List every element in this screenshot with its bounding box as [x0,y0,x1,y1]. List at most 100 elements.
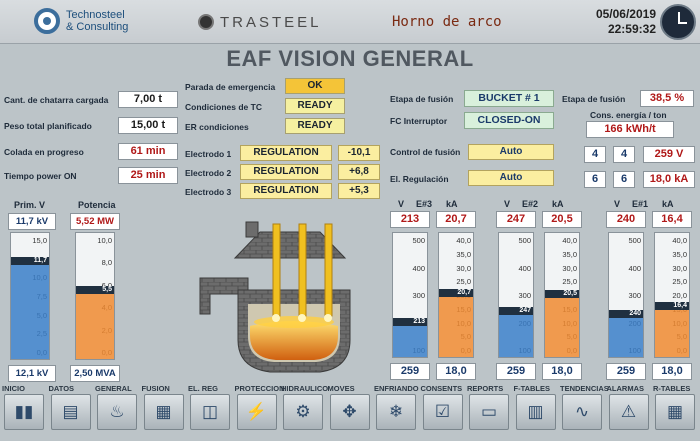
gauge-marker: 11,7 [11,256,49,265]
alarmas-icon: ⚠ [620,402,637,421]
group-ka-label: kA [662,199,674,209]
gauge-fill [545,293,579,357]
nav-button-enfriando[interactable]: ❄ [376,394,416,430]
gauge-tick: 40,0 [456,236,471,245]
group-v-gauge: 500400300200100240 [608,232,644,358]
gauge-tick: 25,0 [562,277,577,287]
nav-button-moves[interactable]: ✥ [329,394,370,430]
cons-label: Cons. energía / ton [590,110,667,120]
electrode-3-value: +5,3 [338,183,380,199]
gauge-tick: 40,0 [672,236,687,245]
gauge-fill [76,289,114,359]
nav-button-inicio[interactable]: ▮▮ [4,394,44,430]
gauge-fill [499,311,533,357]
electrode-3-label: Electrodo 3 [185,187,232,197]
group-ka-gauge: 40,035,030,025,020,015,010,05,00,020,7 [438,232,474,358]
gauge-fill [393,322,427,357]
group-v-bottom: 259 [496,363,536,380]
technosteel-logo-icon [34,8,60,34]
gauge-tick: 400 [412,263,425,273]
group-v-label: V [504,199,511,209]
tap-label: Colada en progreso [4,147,84,157]
primv-bottom: 12,1 kV [8,365,56,382]
nav-button-tendencias[interactable]: ∿ [562,394,602,430]
fc-value: CLOSED-ON [464,112,554,129]
gauge-marker: 5,5 [76,285,114,294]
gauge-marker: 16,4 [655,302,689,311]
tc-status: READY [285,98,345,114]
nav-button-reports[interactable]: ▭ [469,394,509,430]
gauge-tick: 500 [628,236,641,245]
r-tables-icon: ▦ [666,402,684,421]
gauge-tick: 400 [518,263,531,273]
datos-icon: ▤ [62,402,79,421]
nav-label-consents: CONSENTS [420,384,463,393]
nav-label-fusion: FUSION [141,384,170,393]
fc-label: FC Interruptor [390,116,448,126]
nav-label-general: GENERAL [95,384,132,393]
electrode-2-state: REGULATION [240,164,332,180]
regulation-mode[interactable]: Auto [468,170,554,186]
nav-button-general[interactable]: ♨ [97,394,137,430]
nav-button-fusion[interactable]: ▦ [143,394,184,430]
cons-value: 166 kWh/t [586,121,674,138]
group-v-bottom: 259 [606,363,646,380]
scrap-value: 7,00 t [118,91,178,108]
tendencias-icon: ∿ [574,402,590,421]
control-mode[interactable]: Auto [468,144,554,160]
group-e-label: E#3 [416,199,433,209]
nav-label-alarmas: ALARMAS [606,384,645,393]
er-label: ER condiciones [185,122,249,132]
nav-button-el-reg[interactable]: ◫ [190,394,230,430]
group-ka-bottom: 18,0 [436,363,476,380]
gauge-tick: 300 [518,291,531,300]
weight-label: Peso total planificado [4,121,92,131]
group-v-gauge: 500400300200100247 [498,232,534,358]
gauge-fill [439,292,473,357]
volt-value: 259 V [643,146,695,163]
tap-pos-3: 6 [584,171,606,188]
header-bar: Technosteel & Consulting TRASTEEL Horno d… [0,0,700,44]
el-reg-icon: ◫ [201,402,219,421]
stage-percent: 38,5 % [640,90,694,107]
gauge-marker: 240 [609,309,643,318]
electrode-1-state: REGULATION [240,145,332,161]
inicio-icon: ▮▮ [14,402,34,421]
gauge-tick: 30,0 [456,263,471,273]
nav-button-alarmas[interactable]: ⚠ [608,394,649,430]
nav-button-f-tables[interactable]: ▥ [515,394,556,430]
nav-label-moves: MOVES [327,384,355,393]
enfriando-icon: ❄ [388,402,404,421]
nav-label-el-reg: EL. REG [188,384,219,393]
nav-label-enfriando: ENFRIANDO [374,384,419,393]
group-ka-value: 20,7 [436,211,476,228]
group-e-label: E#1 [632,199,649,209]
nav-button-consents[interactable]: ☑ [422,394,463,430]
tap-pos-1: 4 [584,146,606,163]
nav-button-proteccion[interactable]: ⚡ [236,394,277,430]
group-e-label: E#2 [522,199,539,209]
proteccion-icon: ⚡ [245,402,268,421]
fusion-icon: ▦ [155,402,172,421]
tap-value: 61 min [118,143,178,160]
stage2-label: Etapa de fusión [562,94,626,104]
nav-label-proteccion: PROTECCION [234,384,285,393]
nav-label-r-tables: R-TABLES [653,384,691,393]
emergency-status: OK [285,78,345,94]
furnace-illustration [199,221,351,373]
brand-trasteel: TRASTEEL [220,14,322,31]
electrode-1-label: Electrodo 1 [185,149,232,159]
nav-button-r-tables[interactable]: ▦ [655,394,695,430]
tap-pos-4: 6 [613,171,635,188]
trasteel-logo-icon [198,14,214,30]
pot-bottom: 2,50 MVA [70,365,120,382]
emergency-label: Parada de emergencia [185,82,276,92]
nav-label-reports: REPORTS [467,384,504,393]
page-title: EAF VISION GENERAL [226,46,474,71]
group-ka-gauge: 40,035,030,025,020,015,010,05,00,016,4 [654,232,690,358]
gauge-marker: 20,7 [439,288,473,297]
nav-button-datos[interactable]: ▤ [50,394,91,430]
nav-button-hidraulico[interactable]: ⚙ [283,394,323,430]
header-title: Horno de arco [392,14,502,30]
primv-value: 11,7 kV [8,213,56,230]
